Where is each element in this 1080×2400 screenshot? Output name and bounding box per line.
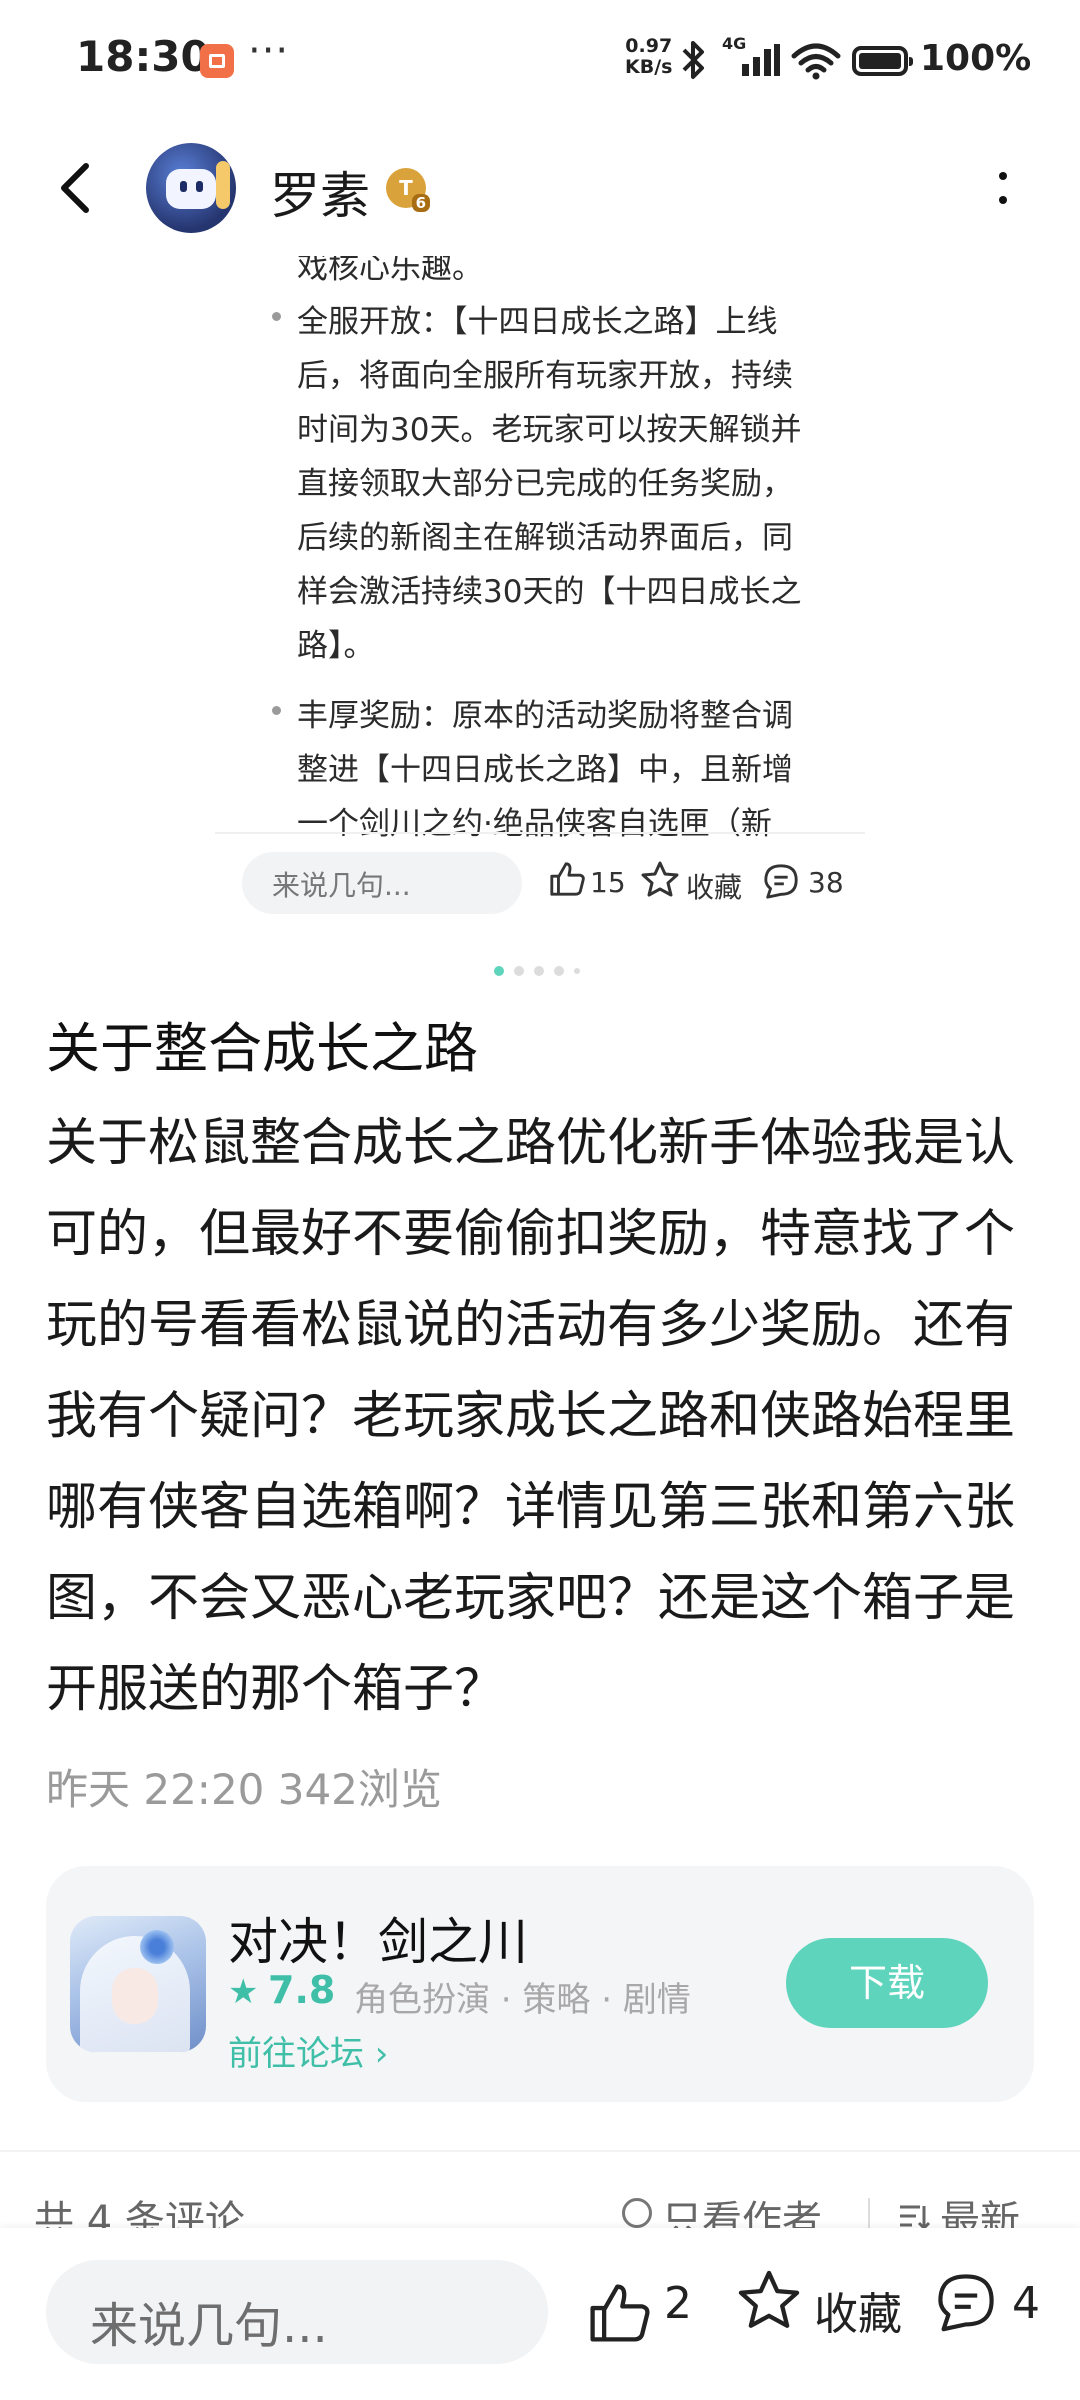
net-speed: 0.97 KB/s <box>625 36 672 78</box>
image-comment-count: 38 <box>808 866 844 899</box>
avatar-face <box>166 169 216 209</box>
back-arrow-icon[interactable] <box>48 158 108 218</box>
image-line: 一个剑川之约·绝品侠客自选匣（新 <box>297 806 772 842</box>
fav-label[interactable]: 收藏 <box>814 2278 902 2342</box>
image-comment-box: 来说几句... <box>242 852 522 914</box>
rating-star-icon: ★ <box>228 1972 259 2012</box>
battery-icon <box>852 46 913 76</box>
game-rating: 7.8 <box>268 1968 336 2012</box>
image-line: 整进【十四日成长之路】中，且新增 <box>297 752 793 788</box>
post-body: 关于松鼠整合成长之路优化新手体验我是认可的，但最好不要偷偷扣奖励，特意找了个玩的… <box>46 1114 1016 1719</box>
image-comment-bubble-icon <box>764 864 798 899</box>
comment-bubble-icon[interactable] <box>934 2270 998 2334</box>
post-meta: 昨天 22:20 342浏览 <box>46 1765 442 1814</box>
status-time: 18:30 <box>76 32 210 81</box>
image-line: 戏核心乐趣。 <box>297 250 483 286</box>
badge-level: 6 <box>411 194 430 212</box>
game-tags: 角色扮演 · 策略 · 剧情 <box>354 1980 691 2020</box>
carousel-dot <box>534 966 544 976</box>
author-only-radio[interactable] <box>622 2198 652 2228</box>
more-vertical-icon[interactable] <box>988 166 1018 210</box>
image-line: 全服开放：【十四日成长之路】上线 <box>297 304 778 340</box>
image-line: 丰厚奖励：原本的活动奖励将整合调 <box>297 698 793 734</box>
battery-percent: 100% <box>920 38 1032 79</box>
notification-app-icon <box>200 44 234 78</box>
game-card[interactable]: 对决！剑之川 ★ 7.8 角色扮演 · 策略 · 剧情 前往论坛 › 下载 <box>46 1866 1034 2102</box>
section-divider <box>0 2150 1080 2152</box>
comment-input-placeholder: 来说几句... <box>90 2298 328 2354</box>
carousel-dot-active <box>494 966 504 976</box>
thumbs-up-icon[interactable] <box>586 2268 652 2358</box>
image-line: 样会激活持续30天的【十四日成长之 <box>297 574 802 610</box>
image-fav-label: 收藏 <box>686 871 743 904</box>
image-thumbs-up-icon <box>550 862 585 896</box>
net-speed-value: 0.97 <box>625 35 673 57</box>
signal-icon <box>742 44 780 76</box>
star-icon[interactable] <box>736 2268 802 2334</box>
image-line: 后，将面向全服所有玩家开放，持续 <box>297 358 793 394</box>
game-icon[interactable] <box>70 1916 206 2052</box>
status-bar: 18:30 ··· 0.97 KB/s 4G 100% <box>0 0 1080 130</box>
image-comment-placeholder: 来说几句... <box>272 869 411 902</box>
carousel-dot <box>514 966 524 976</box>
carousel-dot <box>554 966 564 976</box>
badge-letter: T <box>399 176 413 200</box>
avatar[interactable] <box>146 143 236 233</box>
game-name[interactable]: 对决！剑之川 <box>228 1902 528 1974</box>
download-button[interactable]: 下载 <box>786 1938 988 2028</box>
forum-link[interactable]: 前往论坛 › <box>228 2026 388 2075</box>
carousel-dot <box>574 968 580 974</box>
image-bullet <box>272 312 281 321</box>
bluetooth-icon <box>682 41 704 79</box>
comment-input[interactable]: 来说几句... <box>46 2260 548 2364</box>
comments-total[interactable]: 4 <box>1012 2278 1040 2329</box>
net-speed-unit: KB/s <box>625 56 673 78</box>
image-line: 时间为30天。老玩家可以按天解锁并 <box>297 412 802 448</box>
image-like-count: 15 <box>590 866 626 899</box>
avatar-decoration <box>216 161 230 209</box>
image-line: 路】。 <box>297 628 375 664</box>
image-divider <box>215 832 865 834</box>
post-image[interactable]: 戏核心乐趣。 全服开放：【十四日成长之路】上线 后，将面向全服所有玩家开放，持续… <box>210 230 870 930</box>
author-level-badge: T 6 <box>386 168 430 212</box>
author-name[interactable]: 罗素 <box>270 156 370 228</box>
like-count[interactable]: 2 <box>664 2278 692 2329</box>
image-line: 后续的新阁主在解锁活动界面后，同 <box>297 520 793 556</box>
image-line: 直接领取大部分已完成的任务奖励， <box>297 466 793 502</box>
post-title: 关于整合成长之路 <box>46 1017 478 1080</box>
image-star-icon <box>641 861 679 897</box>
image-bullet <box>272 706 281 715</box>
wifi-icon <box>791 43 841 80</box>
bottom-action-bar: 来说几句... 2 收藏 4 <box>0 2228 1080 2400</box>
status-more-icon: ··· <box>248 28 290 74</box>
